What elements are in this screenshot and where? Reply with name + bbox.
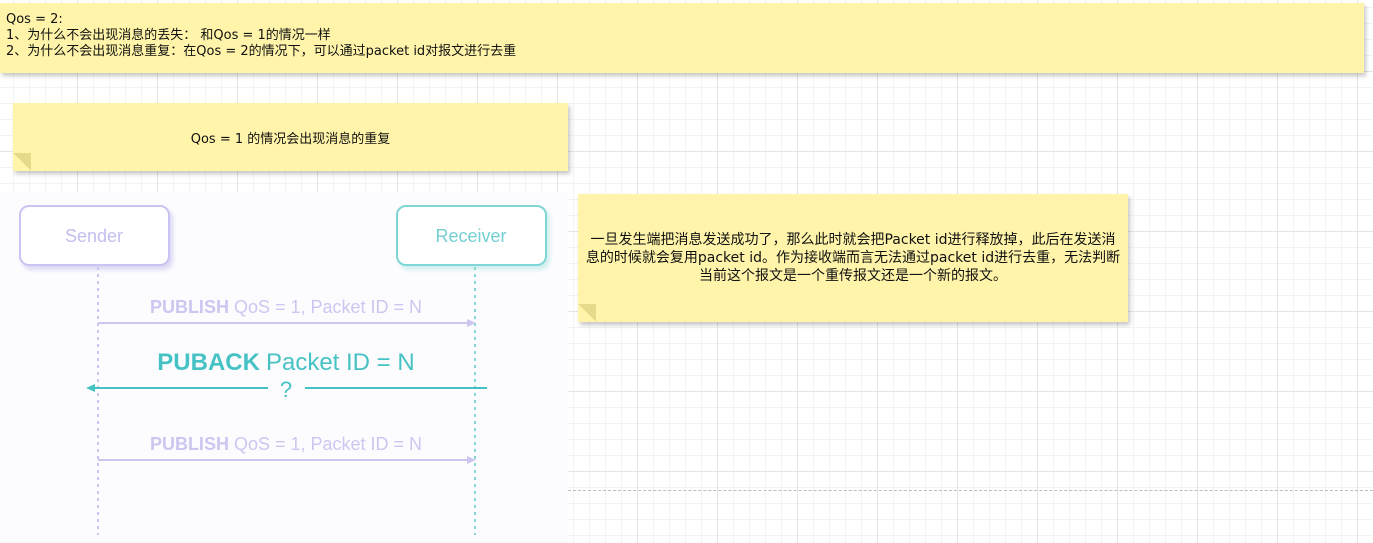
message-3-keyword: PUBLISH (150, 434, 229, 454)
receiver-lifeline-box: Receiver (396, 205, 547, 266)
message-1-keyword: PUBLISH (150, 297, 229, 317)
sender-label: Sender (65, 226, 123, 246)
note-line-1: 1、为什么不会出现消息的丢失： 和Qos = 1的情况一样 (6, 28, 331, 43)
arrowhead-left-icon (86, 384, 95, 392)
lost-message-question-mark: ? (280, 377, 292, 402)
fold-corner-icon (13, 153, 31, 171)
note-right-text: 一旦发生端把消息发送成功了，那么此时就会把Packet id进行释放掉，此后在发… (585, 232, 1121, 284)
sticky-note-packet-id-reuse[interactable]: 一旦发生端把消息发送成功了，那么此时就会把Packet id进行释放掉，此后在发… (578, 194, 1128, 322)
note-line-2: 2、为什么不会出现消息重复：在Qos = 2的情况下，可以通过packet id… (6, 44, 517, 59)
message-2-keyword: PUBACK (157, 349, 260, 376)
sender-lifeline-box: Sender (19, 205, 170, 266)
message-3-label: PUBLISH QoS = 1, Packet ID = N (150, 434, 422, 454)
message-1-detail: QoS = 1, Packet ID = N (234, 297, 422, 317)
message-2-label: PUBACK Packet ID = N (157, 349, 414, 376)
note-line-title: Qos = 2: (6, 12, 63, 27)
message-2-detail: Packet ID = N (266, 349, 415, 376)
sticky-note-qos1-duplicate[interactable]: Qos = 1 的情况会出现消息的重复 (13, 103, 568, 171)
note-middle-text: Qos = 1 的情况会出现消息的重复 (190, 131, 391, 147)
sequence-diagram[interactable]: Sender Receiver PUBLISH QoS = 1, Packet I… (0, 192, 568, 543)
message-3-detail: QoS = 1, Packet ID = N (234, 434, 422, 454)
receiver-label: Receiver (435, 226, 506, 246)
guide-line-right (568, 490, 1373, 491)
fold-corner-icon (578, 304, 596, 322)
message-1-label: PUBLISH QoS = 1, Packet ID = N (150, 297, 422, 317)
sticky-note-qos2[interactable]: Qos = 2: 1、为什么不会出现消息的丢失： 和Qos = 1的情况一样 2… (0, 3, 1364, 73)
